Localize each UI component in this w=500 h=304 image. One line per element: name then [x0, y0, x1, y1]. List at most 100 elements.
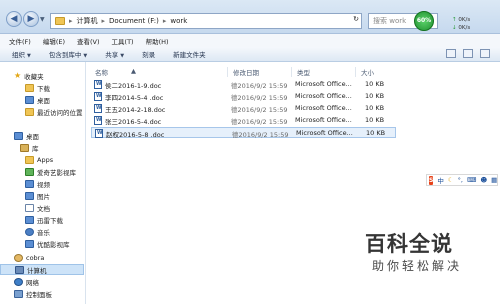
breadcrumb-folder[interactable]: work [170, 17, 187, 25]
file-date: 德2016/9/2 15:59 [231, 106, 288, 114]
forward-button[interactable]: ▶ [23, 11, 39, 27]
breadcrumb-separator-icon[interactable]: ▸ [163, 17, 167, 25]
sidebar-item-label: 优酷影视库 [37, 240, 70, 249]
refresh-icon[interactable]: ↻ [353, 15, 359, 23]
sidebar-item-iqiyi[interactable]: 爱奇艺影视库 [0, 166, 76, 177]
file-name: 侯二2016-1-9.doc [105, 82, 162, 90]
sidebar-item-computer[interactable]: 计算机 [0, 264, 84, 275]
menu-file[interactable]: 文件(F) [9, 36, 31, 46]
breadcrumb-separator-icon[interactable]: ▸ [69, 17, 73, 25]
include-in-library-button[interactable]: 包含到库中 ▼ [49, 49, 87, 59]
file-type: Microsoft Office... [295, 104, 352, 112]
file-type: Microsoft Office... [295, 80, 352, 88]
sidebar-item-documents[interactable]: 文档 [0, 202, 50, 213]
sort-ascending-icon: ▲ [131, 67, 136, 75]
breadcrumb-computer[interactable]: 计算机 [77, 16, 98, 26]
file-row[interactable]: 李四2014-5-4 .doc 德2016/9/2 15:59 Microsof… [91, 91, 396, 102]
ime-toolbar[interactable]: S 中 ☾ °, ⌨ ☻ ▦ [426, 174, 498, 186]
keyboard-icon[interactable]: ⌨ [467, 176, 476, 184]
column-type[interactable]: 类型 [297, 67, 310, 77]
file-type: Microsoft Office... [295, 92, 352, 100]
recent-pages-dropdown-icon[interactable]: ▼ [40, 16, 45, 23]
file-type: Microsoft Office... [295, 116, 352, 124]
moon-icon[interactable]: ☾ [448, 176, 454, 184]
sidebar-item-label: Apps [37, 155, 54, 164]
breadcrumb-drive[interactable]: Document (F:) [109, 17, 159, 25]
file-size: 10 KB [366, 129, 386, 137]
column-size[interactable]: 大小 [361, 67, 374, 77]
address-bar[interactable]: ▸ 计算机 ▸ Document (F:) ▸ work ↻ [50, 13, 362, 29]
apps-icon [25, 155, 34, 164]
sidebar-item-desktop-fav[interactable]: 桌面 [0, 94, 50, 105]
desktop-icon [14, 131, 23, 140]
sidebar-item-label: 最近访问的位置 [37, 108, 83, 117]
ime-mode-label[interactable]: 中 [437, 175, 444, 185]
view-controls [446, 49, 490, 58]
file-row[interactable]: 侯二2016-1-9.doc 德2016/9/2 15:59 Microsoft… [91, 79, 396, 90]
user-icon[interactable]: ☻ [480, 176, 487, 184]
file-size: 10 KB [365, 92, 385, 100]
sidebar-item-videos[interactable]: 视频 [0, 178, 50, 189]
burn-button[interactable]: 刻录 [142, 49, 155, 59]
share-button[interactable]: 共享 ▼ [105, 49, 124, 59]
sidebar-item-label: 图片 [37, 192, 50, 201]
file-row-selected[interactable]: 赵权2016-5-8 .doc 德2016/9/2 15:59 Microsof… [91, 127, 396, 139]
sidebar-item-network[interactable]: 网络 [0, 276, 39, 287]
column-date[interactable]: 修改日期 [233, 67, 259, 77]
grid-icon[interactable]: ▦ [491, 176, 497, 184]
sidebar-item-label: 网络 [26, 278, 39, 287]
file-name: 李四2014-5-4 .doc [105, 94, 164, 102]
punctuation-icon[interactable]: °, [458, 176, 463, 184]
sidebar-item-apps[interactable]: Apps [0, 154, 53, 165]
back-button[interactable]: ◀ [6, 11, 22, 27]
sidebar-item-desktop[interactable]: 桌面 [0, 130, 39, 141]
column-divider[interactable] [355, 67, 356, 77]
sidebar-item-libraries[interactable]: 库 [0, 142, 39, 153]
back-arrow-icon: ◀ [10, 14, 18, 24]
menu-help[interactable]: 帮助(H) [146, 36, 169, 46]
sidebar-item-label: 控制面板 [26, 290, 52, 299]
sidebar-item-pictures[interactable]: 图片 [0, 190, 50, 201]
file-date: 德2016/9/2 15:59 [232, 131, 289, 139]
upload-arrow-icon: ↑ [452, 17, 457, 23]
word-document-icon [94, 80, 102, 89]
sidebar-item-recent-places[interactable]: 最近访问的位置 [0, 106, 83, 117]
column-divider[interactable] [227, 67, 228, 77]
network-icon [14, 277, 23, 286]
menu-view[interactable]: 查看(V) [77, 36, 100, 46]
file-row[interactable]: 张三2016-5-4.doc 德2016/9/2 15:59 Microsoft… [91, 115, 396, 126]
menu-edit[interactable]: 编辑(E) [43, 36, 65, 46]
forward-arrow-icon: ▶ [27, 14, 35, 24]
column-header: ▲ 名称 修改日期 类型 大小 [87, 67, 500, 78]
sidebar-item-label: 爱奇艺影视库 [37, 168, 76, 177]
iqiyi-library-icon [25, 167, 34, 176]
watermark-subtitle: 助你轻松解决 [372, 259, 463, 273]
column-divider[interactable] [291, 67, 292, 77]
download-rate: 0K/s [458, 25, 471, 31]
command-bar: 组织 ▼ 包含到库中 ▼ 共享 ▼ 刻录 新建文件夹 [0, 47, 500, 62]
breadcrumb-separator-icon[interactable]: ▸ [102, 17, 106, 25]
organize-button[interactable]: 组织 ▼ [12, 49, 31, 59]
file-date: 德2016/9/2 15:59 [231, 118, 288, 126]
file-row[interactable]: 王五2014-2-18.doc 德2016/9/2 15:59 Microsof… [91, 103, 396, 114]
user-icon [14, 253, 23, 262]
sidebar-item-music[interactable]: 音乐 [0, 226, 50, 237]
sidebar-item-favorites[interactable]: ★ 收藏夹 [0, 70, 44, 81]
sidebar-item-downloads[interactable]: 下载 [0, 82, 50, 93]
file-size: 10 KB [365, 116, 385, 124]
menu-tools[interactable]: 工具(T) [112, 36, 134, 46]
sidebar-item-control-panel[interactable]: 控制面板 [0, 288, 52, 299]
network-speed-widget[interactable]: 60% [414, 11, 434, 31]
sidebar-item-youku[interactable]: 优酷影视库 [0, 238, 70, 249]
preview-pane-icon[interactable] [463, 49, 473, 58]
help-icon[interactable] [480, 49, 490, 58]
download-folder-icon [25, 83, 34, 92]
change-view-icon[interactable] [446, 49, 456, 58]
sidebar-item-xunlei[interactable]: 迅雷下载 [0, 214, 63, 225]
sidebar-item-cobra[interactable]: cobra [0, 252, 44, 263]
star-icon: ★ [14, 70, 22, 80]
organize-label: 组织 [12, 51, 25, 59]
column-name[interactable]: 名称 [95, 67, 108, 77]
sidebar-item-label: 计算机 [27, 266, 47, 275]
new-folder-button[interactable]: 新建文件夹 [173, 49, 206, 59]
